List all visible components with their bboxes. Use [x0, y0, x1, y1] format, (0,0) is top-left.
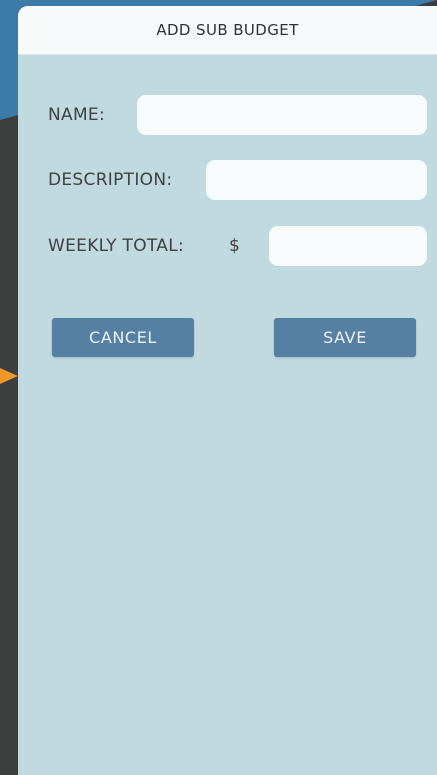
description-row: DESCRIPTION: [18, 160, 437, 200]
save-button[interactable]: SAVE [274, 318, 416, 357]
weekly-total-row: WEEKLY TOTAL: $ [18, 226, 437, 266]
weekly-total-label: WEEKLY TOTAL: [48, 236, 184, 256]
description-input[interactable] [206, 160, 427, 200]
name-label: NAME: [48, 105, 105, 125]
arrow-right-icon [0, 368, 18, 384]
currency-symbol: $ [229, 236, 240, 256]
dialog-header: ADD SUB BUDGET [18, 6, 437, 55]
name-input[interactable] [137, 95, 427, 135]
cancel-button[interactable]: CANCEL [52, 318, 194, 357]
description-label: DESCRIPTION: [48, 170, 173, 190]
add-sub-budget-dialog: ADD SUB BUDGET NAME: DESCRIPTION: WEEKLY… [18, 6, 437, 775]
dialog-title: ADD SUB BUDGET [156, 21, 299, 39]
name-row: NAME: [18, 95, 437, 135]
weekly-total-input[interactable] [269, 226, 427, 266]
